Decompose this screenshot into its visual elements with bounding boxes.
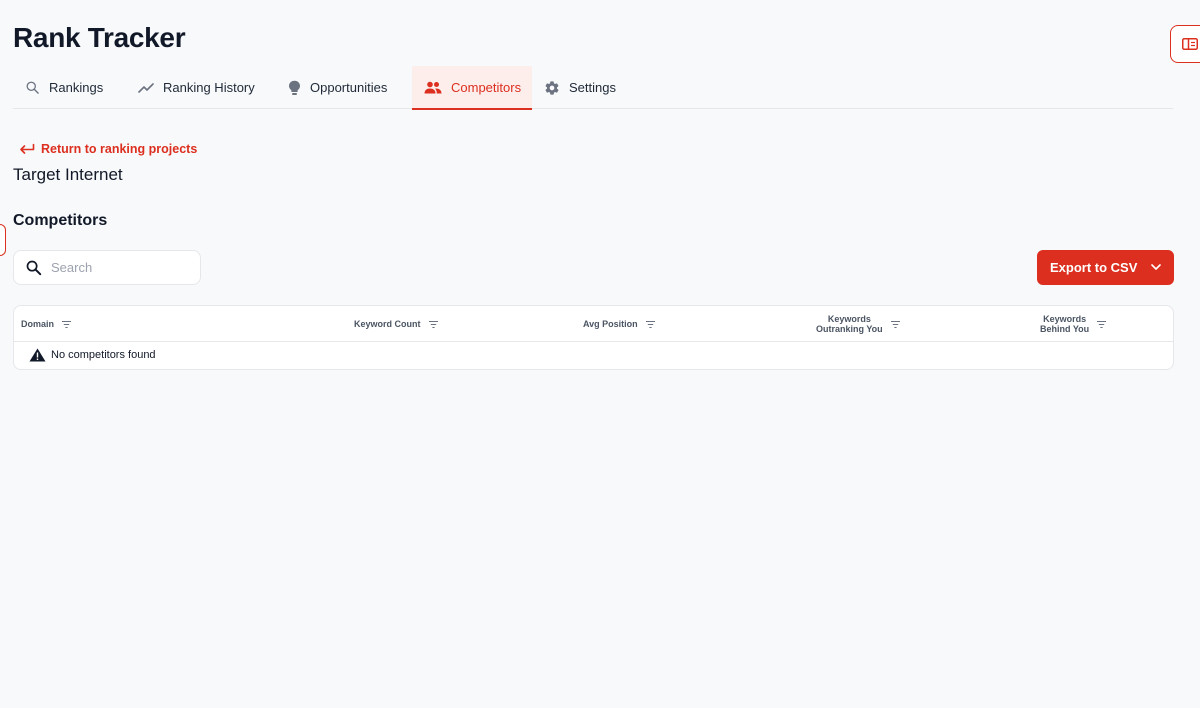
tab-label: Ranking History: [163, 80, 255, 95]
return-to-projects-link[interactable]: Return to ranking projects: [19, 142, 197, 156]
panel-toggle-button[interactable]: [1170, 25, 1200, 63]
column-label: Behind You: [1040, 324, 1090, 334]
people-icon: [424, 81, 442, 94]
column-label: Keyword Count: [354, 319, 421, 329]
filter-icon: [62, 320, 72, 328]
column-label: Keywords: [827, 314, 871, 324]
column-header-avg-position[interactable]: Avg Position: [583, 306, 655, 342]
tab-competitors[interactable]: Competitors: [412, 66, 532, 110]
column-header-keyword-count[interactable]: Keyword Count: [354, 306, 438, 342]
search-box: [13, 250, 201, 285]
export-csv-button[interactable]: Export to CSV: [1037, 250, 1174, 285]
return-arrow-icon: [20, 143, 35, 154]
column-header-keywords-outranking-you[interactable]: Keywords Outranking You: [816, 306, 900, 342]
table-header: Domain Keyword Count Avg Position Keywor…: [14, 306, 1173, 342]
tab-opportunities[interactable]: Opportunities: [276, 66, 412, 109]
sidebar-panel-icon: [1182, 38, 1198, 50]
trend-icon: [138, 82, 154, 93]
tab-rankings[interactable]: Rankings: [13, 66, 126, 109]
filter-icon: [1097, 320, 1107, 328]
column-header-domain[interactable]: Domain: [21, 306, 72, 342]
competitors-table: Domain Keyword Count Avg Position Keywor…: [13, 305, 1174, 370]
lightbulb-icon: [289, 80, 300, 95]
column-label: Keywords: [1043, 314, 1087, 324]
return-link-label: Return to ranking projects: [41, 142, 198, 156]
filter-icon: [890, 320, 900, 328]
export-button-label: Export to CSV: [1050, 260, 1138, 275]
tab-ranking-history[interactable]: Ranking History: [126, 66, 276, 109]
search-icon: [26, 81, 39, 94]
warning-icon: [29, 348, 46, 362]
tab-label: Competitors: [451, 80, 522, 95]
tab-label: Rankings: [49, 80, 104, 95]
tab-settings[interactable]: Settings: [532, 66, 642, 109]
project-name: Target Internet: [13, 165, 123, 184]
column-header-keywords-behind-you[interactable]: Keywords Behind You: [1040, 306, 1107, 342]
empty-state-row: No competitors found: [29, 348, 156, 362]
search-input[interactable]: [51, 260, 191, 275]
filter-icon: [645, 320, 655, 328]
tab-label: Settings: [569, 80, 616, 95]
search-icon: [26, 260, 42, 276]
section-title: Competitors: [13, 212, 108, 229]
page-title: Rank Tracker: [13, 22, 186, 53]
chevron-down-icon: [1151, 264, 1162, 270]
empty-state-message: No competitors found: [51, 349, 156, 361]
tab-bar: Rankings Ranking History Opportunities C…: [13, 66, 1173, 110]
tab-label: Opportunities: [310, 80, 388, 95]
column-label: Avg Position: [583, 319, 638, 329]
column-label: Outranking You: [816, 324, 883, 334]
filter-icon: [428, 320, 438, 328]
column-label: Domain: [21, 319, 55, 329]
collapse-sidebar-handle[interactable]: [0, 224, 6, 256]
gear-icon: [545, 80, 559, 95]
